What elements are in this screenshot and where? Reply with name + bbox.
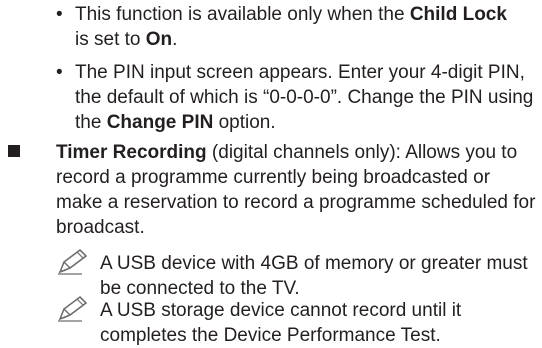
item-title: Timer Recording (56, 142, 207, 163)
bullet-text: This function is available only when the (75, 4, 410, 25)
bullet-text: . (172, 29, 178, 50)
note-text: A USB device with 4GB of memory or great… (100, 253, 528, 299)
note-text: A USB storage device cannot record until… (100, 300, 462, 346)
note-pencil-icon (58, 248, 88, 275)
note-pencil-icon (58, 295, 88, 322)
bullet-text: is set to (75, 29, 146, 50)
bullet-bold-child-lock: Child Lock (409, 4, 507, 25)
bullet-text: option. (213, 112, 276, 133)
bullet-bold-on: On (145, 29, 173, 50)
square-bullet-icon (8, 145, 20, 157)
bullet-dot-icon: • (56, 62, 63, 83)
manual-page: • This function is available only when t… (0, 0, 542, 346)
note-device-test: A USB storage device cannot record until… (58, 295, 530, 348)
bullet-pin-screen: • The PIN input screen appears. Enter yo… (56, 60, 535, 135)
note-usb-memory: A USB device with 4GB of memory or great… (58, 248, 530, 301)
bullet-bold-change-pin: Change PIN (106, 112, 214, 133)
item-timer-recording: Timer Recording (digital channels only):… (8, 140, 536, 240)
bullet-dot-icon: • (56, 4, 63, 25)
bullet-child-lock: • This function is available only when t… (56, 2, 535, 52)
